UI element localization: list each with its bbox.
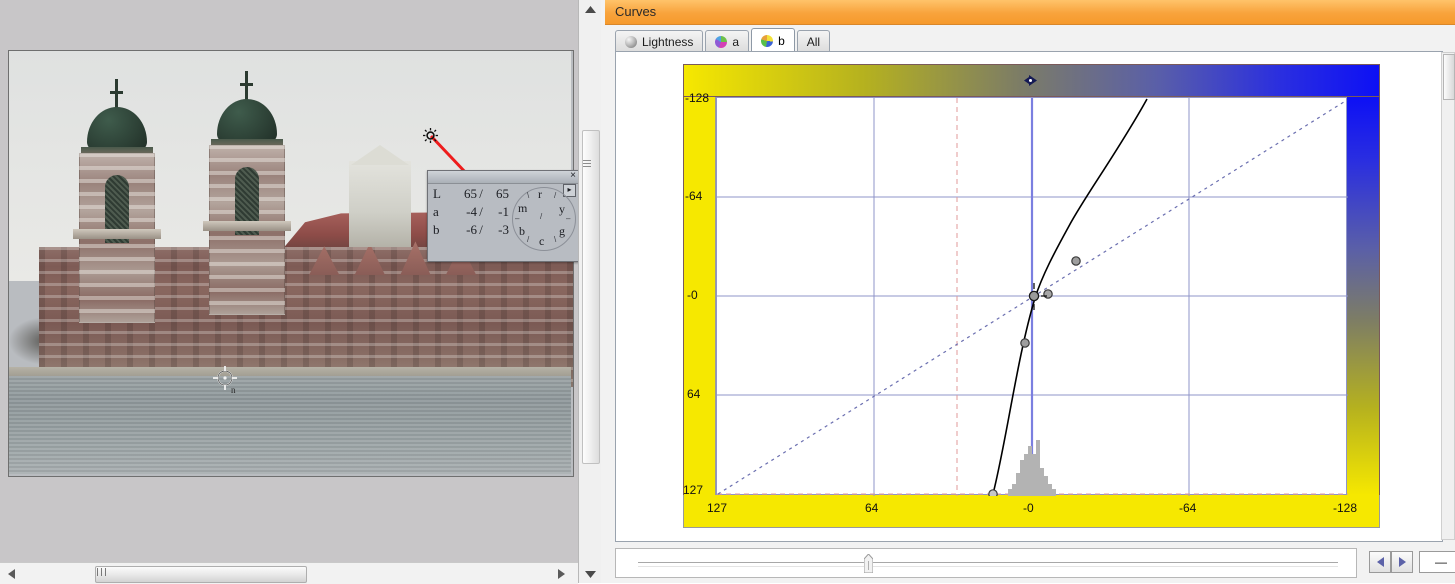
readout-row: a -4 / -1 bbox=[433, 203, 509, 221]
x-tick-3: -64 bbox=[1179, 501, 1197, 515]
y-tick-4: 127 bbox=[683, 483, 704, 497]
control-point-mid-high bbox=[1043, 289, 1053, 299]
vertical-scroll-grip bbox=[583, 160, 591, 169]
prev-button[interactable] bbox=[1369, 551, 1391, 573]
water-region bbox=[9, 376, 571, 474]
tab-b-label: b bbox=[778, 33, 785, 48]
wheel-label-r: r bbox=[538, 187, 542, 201]
readout-separator: / bbox=[479, 204, 483, 219]
readout-row: L 65 / 65 bbox=[433, 185, 509, 203]
readout-separator: / bbox=[479, 186, 483, 201]
panel-vertical-scrollbar[interactable] bbox=[1441, 52, 1455, 540]
tab-all[interactable]: All bbox=[796, 30, 831, 52]
curves-panel: Curves Lightness a b All -128 -64 -0 64 … bbox=[601, 0, 1455, 583]
x-tick-1: 64 bbox=[865, 501, 879, 515]
value-field[interactable]: — bbox=[1419, 551, 1455, 573]
readout-before: -6 bbox=[466, 222, 477, 237]
x-tick-4: -128 bbox=[1333, 501, 1358, 515]
lightness-swatch-icon bbox=[625, 35, 637, 48]
curve-svg[interactable] bbox=[717, 98, 1348, 499]
scroll-down-icon[interactable] bbox=[579, 565, 601, 583]
readout-after: -1 bbox=[498, 204, 509, 219]
y-tick-2: -0 bbox=[687, 288, 698, 302]
photograph-ellis-island[interactable] bbox=[9, 51, 573, 474]
readout-after: 65 bbox=[496, 186, 509, 201]
close-icon[interactable]: × bbox=[570, 171, 576, 181]
tab-lightness-label: Lightness bbox=[642, 34, 694, 49]
readout-row: b -6 / -3 bbox=[433, 221, 509, 239]
y-tick-1: -64 bbox=[685, 189, 703, 203]
horizontal-scroll-thumb[interactable] bbox=[95, 566, 307, 583]
x-tick-2: -0 bbox=[1023, 501, 1034, 515]
slider-thumb[interactable] bbox=[864, 554, 873, 573]
panel-scroll-thumb[interactable] bbox=[1443, 54, 1455, 100]
color-wheel-icon[interactable]: r y g c b m \ / – – / \ / bbox=[512, 187, 576, 251]
gradient-position-marker-icon[interactable] bbox=[1024, 75, 1037, 86]
next-button[interactable] bbox=[1391, 551, 1413, 573]
histogram bbox=[1008, 440, 1056, 496]
control-point-mid-low bbox=[1020, 338, 1030, 348]
white-cupola bbox=[349, 145, 411, 247]
app-root: n × ▸ L 65 / 65 a -4 / -1 b -6 / -3 r y … bbox=[0, 0, 1455, 584]
curves-canvas: -128 -64 -0 64 127 127 64 -0 -64 -128 b bbox=[615, 51, 1443, 542]
control-point-high bbox=[1071, 256, 1081, 266]
wheel-label-c: c bbox=[539, 234, 545, 248]
control-point-selected bbox=[1028, 290, 1040, 302]
chevron-left-icon bbox=[1376, 557, 1384, 567]
y-tick-3: 64 bbox=[687, 387, 701, 401]
curves-bottom-bar: — bbox=[615, 548, 1455, 578]
readout-after: -3 bbox=[498, 222, 509, 237]
wheel-label-b: b bbox=[519, 224, 525, 238]
tab-all-label: All bbox=[806, 34, 821, 49]
y-tick-0: -128 bbox=[685, 91, 710, 105]
curve-graph[interactable]: -128 -64 -0 64 127 127 64 -0 -64 -128 b bbox=[683, 64, 1380, 528]
image-vertical-scrollbar[interactable] bbox=[578, 0, 602, 583]
gradient-bar-right bbox=[1347, 97, 1380, 495]
page-title: Curves bbox=[615, 4, 657, 19]
readout-values: L 65 / 65 a -4 / -1 b -6 / -3 bbox=[433, 185, 509, 239]
color-sample-point-icon[interactable] bbox=[423, 128, 438, 143]
tab-a[interactable]: a bbox=[705, 30, 750, 52]
readout-channel: b bbox=[433, 222, 440, 237]
image-viewport[interactable] bbox=[8, 50, 574, 477]
scroll-left-icon[interactable] bbox=[2, 563, 22, 584]
value-slider[interactable] bbox=[615, 548, 1357, 578]
tab-lightness[interactable]: Lightness bbox=[615, 30, 704, 52]
tab-a-label: a bbox=[732, 34, 740, 49]
readout-before: 65 bbox=[464, 186, 477, 201]
scroll-right-icon[interactable] bbox=[552, 563, 572, 584]
readout-channel: a bbox=[433, 204, 439, 219]
channel-tabs: Lightness a b All bbox=[615, 28, 832, 52]
readout-titlebar[interactable]: × bbox=[428, 171, 578, 184]
wheel-label-g: g bbox=[559, 224, 565, 238]
b-channel-swatch-icon bbox=[761, 34, 774, 47]
image-horizontal-scrollbar[interactable] bbox=[0, 562, 578, 584]
a-channel-swatch-icon bbox=[715, 35, 728, 48]
target-label: n bbox=[231, 385, 236, 395]
chevron-right-icon bbox=[1398, 557, 1406, 567]
curves-titlebar[interactable]: Curves bbox=[605, 0, 1455, 25]
readout-separator: / bbox=[479, 222, 483, 237]
image-pane: n × ▸ L 65 / 65 a -4 / -1 b -6 / -3 r y … bbox=[0, 0, 579, 584]
readout-channel: L bbox=[433, 186, 441, 201]
horizontal-scroll-grip bbox=[97, 568, 107, 576]
x-tick-0: 127 bbox=[707, 501, 728, 515]
readout-before: -4 bbox=[466, 204, 477, 219]
scroll-up-icon[interactable] bbox=[579, 0, 601, 18]
plot-area[interactable] bbox=[716, 97, 1348, 499]
vertical-scroll-thumb[interactable] bbox=[582, 130, 600, 464]
slider-track[interactable] bbox=[638, 562, 1338, 567]
tab-b[interactable]: b bbox=[751, 28, 795, 52]
control-point-low bbox=[988, 489, 998, 499]
wheel-label-y: y bbox=[559, 202, 565, 216]
color-readout-popup[interactable]: × ▸ L 65 / 65 a -4 / -1 b -6 / -3 r y g … bbox=[427, 170, 579, 262]
